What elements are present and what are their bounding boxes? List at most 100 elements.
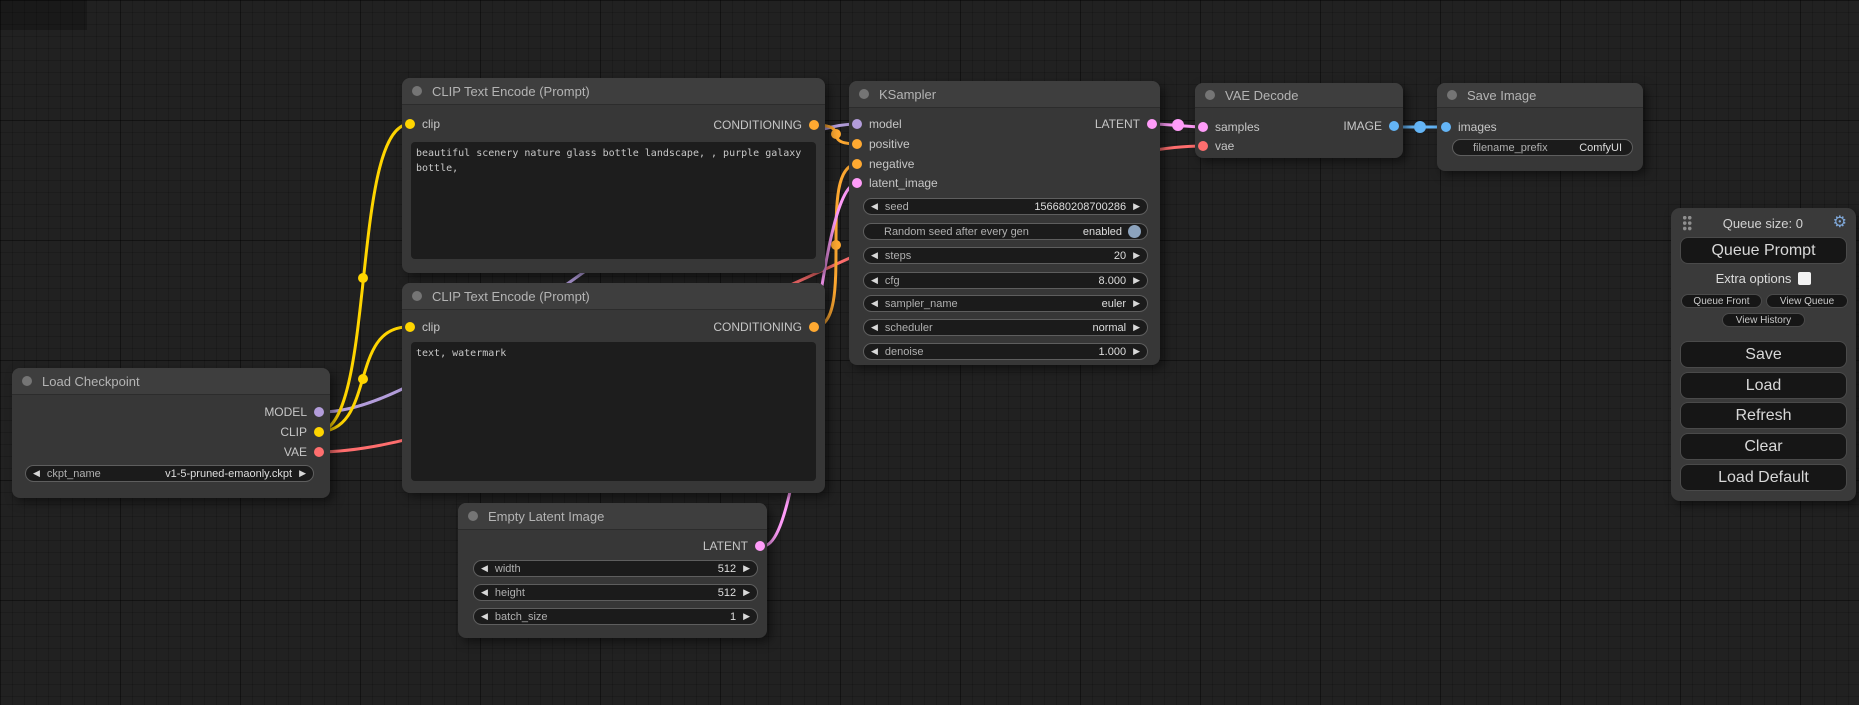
node-title-bar[interactable]: Empty Latent Image bbox=[458, 503, 767, 530]
right-arrow-icon[interactable]: ▶ bbox=[1126, 347, 1147, 356]
view-history-button[interactable]: View History bbox=[1722, 313, 1805, 327]
conditioning-port-icon[interactable] bbox=[809, 120, 819, 130]
image-port-icon[interactable] bbox=[1441, 122, 1451, 132]
refresh-button[interactable]: Refresh bbox=[1680, 402, 1847, 429]
conditioning-port-icon[interactable] bbox=[809, 322, 819, 332]
left-arrow-icon[interactable]: ◀ bbox=[864, 299, 885, 308]
input-vae[interactable]: vae bbox=[1198, 140, 1234, 152]
collapse-dot-icon[interactable] bbox=[1447, 90, 1457, 100]
load-default-button[interactable]: Load Default bbox=[1680, 464, 1847, 491]
left-arrow-icon[interactable]: ◀ bbox=[864, 276, 885, 285]
steps-widget[interactable]: ◀ steps 20 ▶ bbox=[863, 247, 1148, 264]
output-conditioning[interactable]: CONDITIONING bbox=[713, 321, 819, 333]
queue-front-button[interactable]: Queue Front bbox=[1681, 294, 1762, 308]
left-arrow-icon[interactable]: ◀ bbox=[474, 588, 495, 597]
node-ksampler[interactable]: KSampler model positive negative latent_… bbox=[849, 81, 1160, 365]
output-image[interactable]: IMAGE bbox=[1343, 120, 1399, 132]
output-latent[interactable]: LATENT bbox=[703, 540, 765, 552]
scheduler-widget[interactable]: ◀ scheduler normal ▶ bbox=[863, 319, 1148, 336]
output-latent[interactable]: LATENT bbox=[1095, 118, 1157, 130]
left-arrow-icon[interactable]: ◀ bbox=[26, 469, 47, 478]
input-positive[interactable]: positive bbox=[852, 138, 910, 150]
input-images[interactable]: images bbox=[1441, 121, 1497, 133]
node-load-checkpoint[interactable]: Load Checkpoint MODEL CLIP VAE ◀ ckpt_na… bbox=[12, 368, 330, 498]
input-negative[interactable]: negative bbox=[852, 158, 914, 170]
left-arrow-icon[interactable]: ◀ bbox=[864, 251, 885, 260]
node-clip-text-encode-positive[interactable]: CLIP Text Encode (Prompt) clip CONDITION… bbox=[402, 78, 825, 273]
node-title-bar[interactable]: CLIP Text Encode (Prompt) bbox=[402, 78, 825, 105]
node-title-bar[interactable]: KSampler bbox=[849, 81, 1160, 108]
left-arrow-icon[interactable]: ◀ bbox=[864, 202, 885, 211]
output-model[interactable]: MODEL bbox=[264, 406, 324, 418]
collapse-dot-icon[interactable] bbox=[859, 89, 869, 99]
filename-prefix-widget[interactable]: filename_prefix ComfyUI bbox=[1452, 139, 1633, 156]
queue-prompt-button[interactable]: Queue Prompt bbox=[1680, 237, 1847, 264]
seed-widget[interactable]: ◀ seed 156680208700286 ▶ bbox=[863, 198, 1148, 215]
input-latent-image[interactable]: latent_image bbox=[852, 177, 938, 189]
right-arrow-icon[interactable]: ▶ bbox=[1126, 202, 1147, 211]
ckpt-name-widget[interactable]: ◀ ckpt_name v1-5-pruned-emaonly.ckpt ▶ bbox=[25, 465, 314, 482]
input-samples[interactable]: samples bbox=[1198, 121, 1260, 133]
collapse-dot-icon[interactable] bbox=[468, 511, 478, 521]
image-port-icon[interactable] bbox=[1389, 121, 1399, 131]
input-clip[interactable]: clip bbox=[405, 321, 440, 333]
right-arrow-icon[interactable]: ▶ bbox=[1126, 299, 1147, 308]
output-clip[interactable]: CLIP bbox=[280, 426, 324, 438]
latent-port-icon[interactable] bbox=[852, 178, 862, 188]
extra-options-checkbox[interactable] bbox=[1798, 272, 1811, 285]
batch-size-widget[interactable]: ◀ batch_size 1 ▶ bbox=[473, 608, 758, 625]
right-arrow-icon[interactable]: ▶ bbox=[1126, 276, 1147, 285]
latent-port-icon[interactable] bbox=[755, 541, 765, 551]
collapse-dot-icon[interactable] bbox=[412, 291, 422, 301]
node-graph-canvas[interactable]: Load Checkpoint MODEL CLIP VAE ◀ ckpt_na… bbox=[0, 0, 1859, 705]
model-port-icon[interactable] bbox=[314, 407, 324, 417]
left-arrow-icon[interactable]: ◀ bbox=[474, 612, 495, 621]
save-button[interactable]: Save bbox=[1680, 341, 1847, 368]
gear-icon[interactable]: ⚙ bbox=[1833, 215, 1847, 231]
right-arrow-icon[interactable]: ▶ bbox=[736, 588, 757, 597]
denoise-widget[interactable]: ◀ denoise 1.000 ▶ bbox=[863, 343, 1148, 360]
collapse-dot-icon[interactable] bbox=[1205, 90, 1215, 100]
input-clip[interactable]: clip bbox=[405, 118, 440, 130]
toggle-circle-icon[interactable] bbox=[1128, 225, 1141, 238]
positive-prompt-textarea[interactable]: beautiful scenery nature glass bottle la… bbox=[411, 142, 816, 259]
left-arrow-icon[interactable]: ◀ bbox=[864, 323, 885, 332]
negative-prompt-textarea[interactable]: text, watermark bbox=[411, 342, 816, 481]
right-arrow-icon[interactable]: ▶ bbox=[292, 469, 313, 478]
vae-port-icon[interactable] bbox=[314, 447, 324, 457]
output-vae[interactable]: VAE bbox=[284, 446, 324, 458]
load-button[interactable]: Load bbox=[1680, 372, 1847, 399]
collapse-dot-icon[interactable] bbox=[22, 376, 32, 386]
node-title-bar[interactable]: VAE Decode bbox=[1195, 83, 1403, 108]
latent-port-icon[interactable] bbox=[1147, 119, 1157, 129]
clip-port-icon[interactable] bbox=[405, 322, 415, 332]
conditioning-port-icon[interactable] bbox=[852, 139, 862, 149]
node-save-image[interactable]: Save Image images filename_prefix ComfyU… bbox=[1437, 83, 1643, 171]
conditioning-port-icon[interactable] bbox=[852, 159, 862, 169]
node-vae-decode[interactable]: VAE Decode samples vae IMAGE bbox=[1195, 83, 1403, 158]
vae-port-icon[interactable] bbox=[1198, 141, 1208, 151]
right-arrow-icon[interactable]: ▶ bbox=[736, 564, 757, 573]
clip-port-icon[interactable] bbox=[314, 427, 324, 437]
width-widget[interactable]: ◀ width 512 ▶ bbox=[473, 560, 758, 577]
right-arrow-icon[interactable]: ▶ bbox=[1126, 251, 1147, 260]
collapse-dot-icon[interactable] bbox=[412, 86, 422, 96]
output-conditioning[interactable]: CONDITIONING bbox=[713, 119, 819, 131]
clip-port-icon[interactable] bbox=[405, 119, 415, 129]
node-title-bar[interactable]: Save Image bbox=[1437, 83, 1643, 108]
clear-button[interactable]: Clear bbox=[1680, 433, 1847, 460]
right-arrow-icon[interactable]: ▶ bbox=[736, 612, 757, 621]
right-arrow-icon[interactable]: ▶ bbox=[1126, 323, 1147, 332]
input-model[interactable]: model bbox=[852, 118, 902, 130]
random-seed-toggle-widget[interactable]: Random seed after every gen enabled bbox=[863, 223, 1148, 240]
sampler-name-widget[interactable]: ◀ sampler_name euler ▶ bbox=[863, 295, 1148, 312]
view-queue-button[interactable]: View Queue bbox=[1766, 294, 1848, 308]
left-arrow-icon[interactable]: ◀ bbox=[864, 347, 885, 356]
node-title-bar[interactable]: Load Checkpoint bbox=[12, 368, 330, 395]
height-widget[interactable]: ◀ height 512 ▶ bbox=[473, 584, 758, 601]
left-arrow-icon[interactable]: ◀ bbox=[474, 564, 495, 573]
node-clip-text-encode-negative[interactable]: CLIP Text Encode (Prompt) clip CONDITION… bbox=[402, 283, 825, 493]
node-empty-latent-image[interactable]: Empty Latent Image LATENT ◀ width 512 ▶ … bbox=[458, 503, 767, 638]
model-port-icon[interactable] bbox=[852, 119, 862, 129]
latent-port-icon[interactable] bbox=[1198, 122, 1208, 132]
